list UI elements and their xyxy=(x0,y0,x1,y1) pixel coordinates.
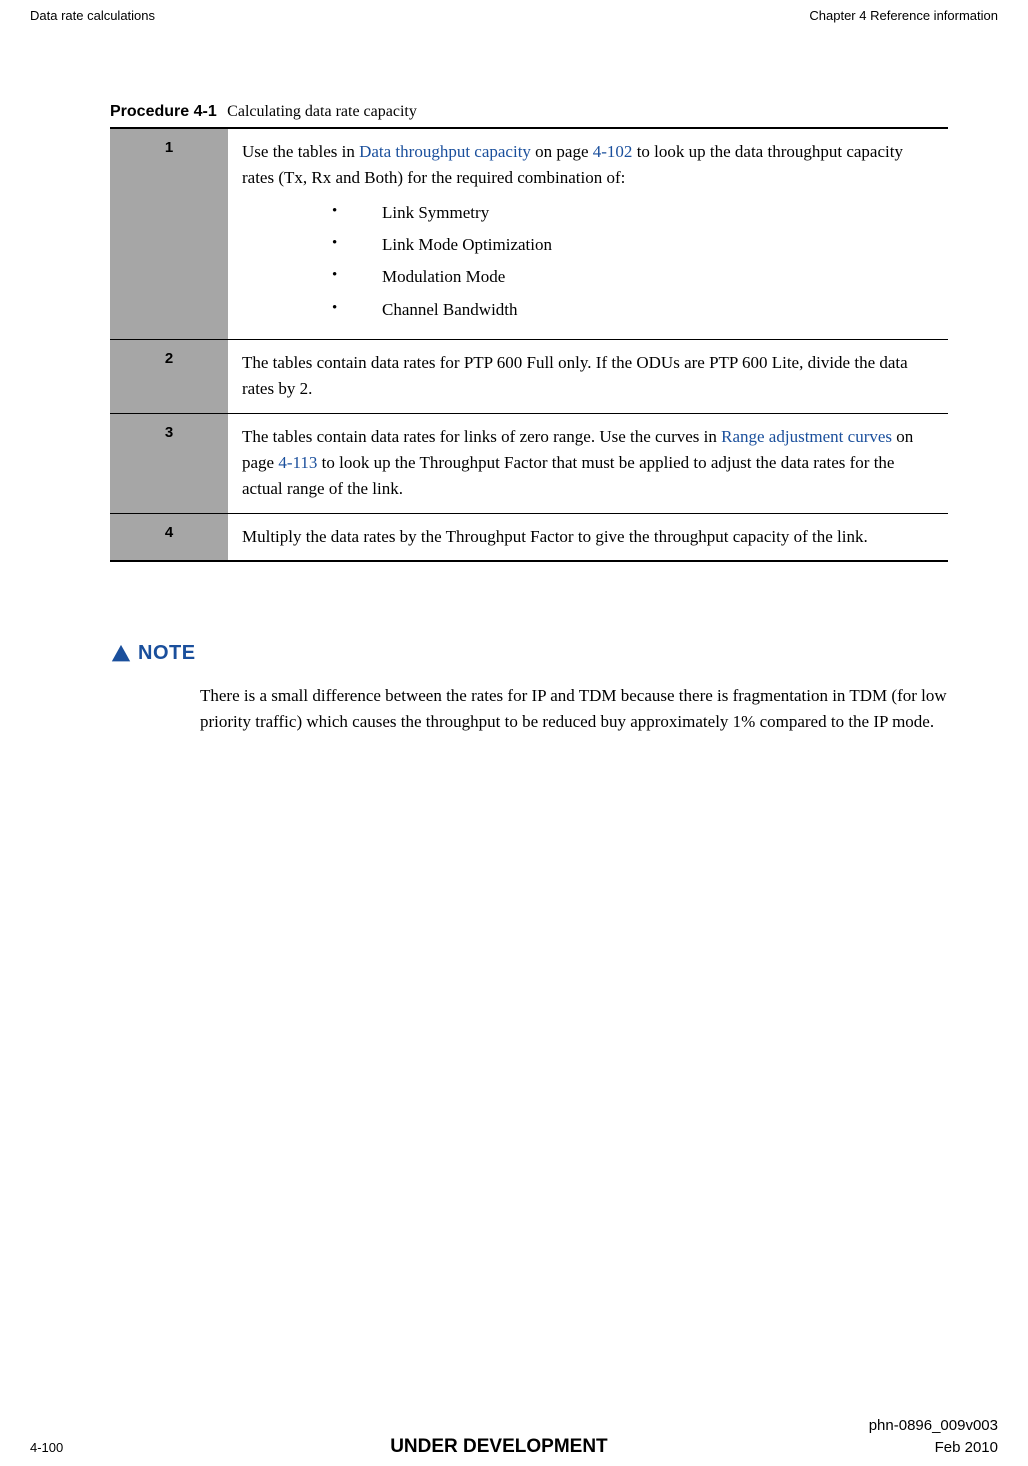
procedure-table: 1 Use the tables in Data throughput capa… xyxy=(110,127,948,562)
header-right: Chapter 4 Reference information xyxy=(809,8,998,23)
step-text: on page xyxy=(531,142,593,161)
list-item: Link Symmetry xyxy=(332,200,934,226)
footer-page-number: 4-100 xyxy=(30,1440,63,1455)
link-data-throughput[interactable]: Data throughput capacity xyxy=(359,142,531,161)
list-item: Modulation Mode xyxy=(332,264,934,290)
header-left: Data rate calculations xyxy=(30,8,155,23)
step-text: Use the tables in xyxy=(242,142,359,161)
step-text: to look up the Throughput Factor that mu… xyxy=(242,453,894,498)
link-page-4-113[interactable]: 4-113 xyxy=(278,453,317,472)
step-text: The tables contain data rates for links … xyxy=(242,427,721,446)
footer-date: Feb 2010 xyxy=(935,1439,998,1456)
step-content: The tables contain data rates for PTP 60… xyxy=(228,340,948,414)
bullet-list: Link Symmetry Link Mode Optimization Mod… xyxy=(332,200,934,323)
step-number: 2 xyxy=(110,340,228,414)
table-row: 4 Multiply the data rates by the Through… xyxy=(110,513,948,561)
procedure-label: Procedure 4-1 xyxy=(110,103,217,120)
table-row: 3 The tables contain data rates for link… xyxy=(110,413,948,513)
table-row: 2 The tables contain data rates for PTP … xyxy=(110,340,948,414)
procedure-title-text: Calculating data rate capacity xyxy=(227,103,417,120)
link-range-adjustment[interactable]: Range adjustment curves xyxy=(721,427,892,446)
link-page-4-102[interactable]: 4-102 xyxy=(593,142,633,161)
page-footer: phn-0896_009v003 4-100 UNDER DEVELOPMENT… xyxy=(30,1417,998,1458)
note-body: There is a small difference between the … xyxy=(200,683,948,736)
warning-icon xyxy=(110,643,132,665)
footer-doc-id: phn-0896_009v003 xyxy=(30,1417,998,1434)
list-item: Link Mode Optimization xyxy=(332,232,934,258)
note-label: NOTE xyxy=(138,642,196,665)
step-content: Use the tables in Data throughput capaci… xyxy=(228,128,948,340)
table-row: 1 Use the tables in Data throughput capa… xyxy=(110,128,948,340)
step-content: Multiply the data rates by the Throughpu… xyxy=(228,513,948,561)
note-block: NOTE There is a small difference between… xyxy=(110,642,948,736)
page-header: Data rate calculations Chapter 4 Referen… xyxy=(30,8,998,103)
step-content: The tables contain data rates for links … xyxy=(228,413,948,513)
note-heading: NOTE xyxy=(110,642,948,665)
step-number: 3 xyxy=(110,413,228,513)
step-number: 1 xyxy=(110,128,228,340)
procedure-title: Procedure 4-1 Calculating data rate capa… xyxy=(110,103,948,121)
step-number: 4 xyxy=(110,513,228,561)
list-item: Channel Bandwidth xyxy=(332,297,934,323)
footer-status: UNDER DEVELOPMENT xyxy=(390,1436,607,1458)
